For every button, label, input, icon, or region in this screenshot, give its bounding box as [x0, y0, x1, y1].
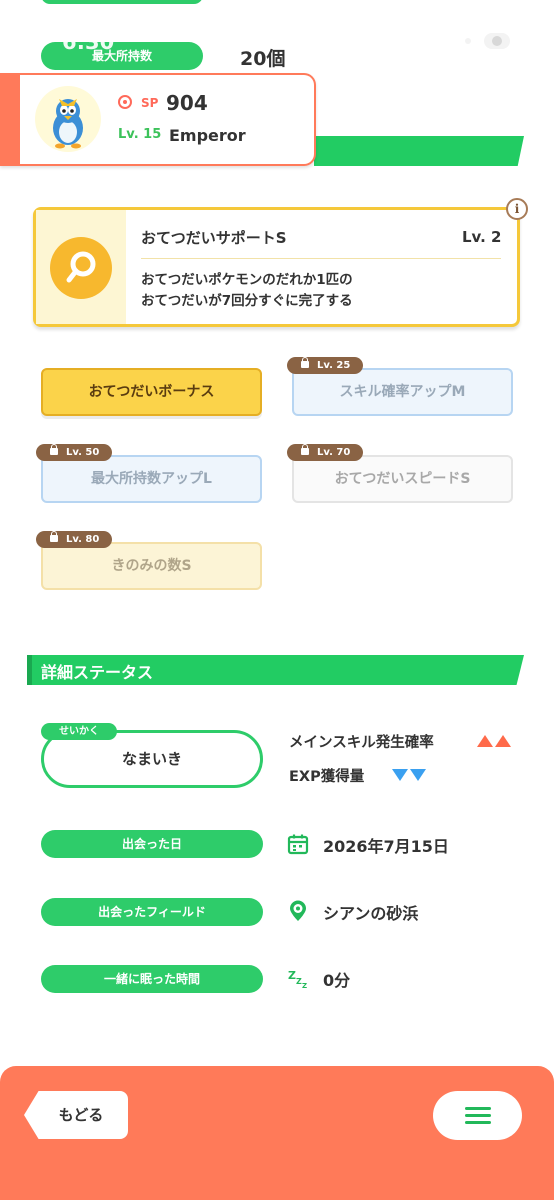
info-icon[interactable]: i	[506, 198, 528, 220]
status-bar-icons	[418, 30, 514, 52]
menu-icon	[465, 1114, 491, 1117]
lock-level-text: Lv. 80	[66, 534, 100, 545]
met-field-value: シアンの砂浜	[323, 904, 419, 923]
sp-label: SP	[141, 96, 159, 110]
svg-text:Z: Z	[302, 982, 307, 990]
up-arrow-icon	[477, 735, 493, 747]
sub-skill-inventory-up-l[interactable]: 最大所持数アップL	[41, 455, 262, 503]
lock-icon	[301, 444, 309, 455]
main-skill-description: おてつだいポケモンのだれか1匹の おてつだいが7回分すぐに完了する	[141, 270, 353, 312]
sp-ball-icon	[118, 95, 132, 109]
status-time: 6:30	[62, 30, 115, 54]
max-holding-count: 20個	[240, 48, 286, 70]
svg-text:Z: Z	[288, 969, 296, 982]
lock-badge-lv80: Lv. 80	[36, 531, 112, 548]
magnifier-icon	[50, 237, 112, 299]
details-section-title: 詳細ステータス	[41, 663, 154, 682]
skill-divider	[141, 258, 501, 259]
met-field-label: 出会ったフィールド	[41, 898, 263, 926]
main-skill-level: Lv. 2	[462, 228, 502, 246]
sleep-time-label: 一緒に眠った時間	[41, 965, 263, 993]
sleep-zzz-icon: Z Z Z	[287, 967, 309, 990]
sub-skill-skill-trigger-m[interactable]: スキル確率アップM	[292, 368, 513, 416]
lock-level-text: Lv. 25	[317, 360, 351, 371]
details-section-accent	[27, 655, 32, 685]
lock-icon	[50, 444, 58, 455]
sp-value: 904	[166, 91, 208, 115]
lock-icon	[50, 531, 58, 542]
sub-skill-helping-speed-s[interactable]: おてつだいスピードS	[292, 455, 513, 503]
lock-icon	[301, 357, 309, 368]
lock-level-text: Lv. 70	[317, 447, 351, 458]
skill-desc-line2: おてつだいが7回分すぐに完了する	[141, 293, 353, 309]
nature-tag: せいかく	[41, 723, 117, 740]
pokemon-name: Emperor	[169, 126, 246, 145]
down-arrow-icon	[392, 769, 408, 781]
down-arrow-icon	[410, 769, 426, 781]
location-pin-icon	[287, 900, 309, 922]
section-header-band	[314, 136, 524, 166]
lock-badge-lv70: Lv. 70	[287, 444, 363, 461]
menu-icon	[465, 1121, 491, 1124]
sub-skill-help-bonus[interactable]: おてつだいボーナス	[41, 368, 262, 416]
nature-down-effect: EXP獲得量	[289, 769, 365, 785]
lock-badge-lv50: Lv. 50	[36, 444, 112, 461]
back-button[interactable]: もどる	[24, 1091, 128, 1139]
sleep-time-value: 0分	[323, 971, 351, 990]
pokemon-level: Lv. 15	[118, 127, 162, 142]
top-pill	[41, 0, 203, 4]
pokemon-card-stripe	[0, 73, 20, 164]
up-arrow-icon	[495, 735, 511, 747]
skill-desc-line1: おてつだいポケモンのだれか1匹の	[141, 272, 353, 288]
main-skill-name: おてつだいサポートS	[141, 229, 287, 247]
nature-up-effect: メインスキル発生確率	[289, 735, 434, 751]
calendar-icon	[287, 833, 309, 855]
lock-level-text: Lv. 50	[66, 447, 100, 458]
sub-skill-berry-finding-s[interactable]: きのみの数S	[41, 542, 262, 590]
prinplup-avatar-icon	[35, 86, 101, 152]
menu-icon	[465, 1107, 491, 1110]
lock-badge-lv25: Lv. 25	[287, 357, 363, 374]
met-date-label: 出会った日	[41, 830, 263, 858]
met-date-value: 2026年7月15日	[323, 837, 449, 856]
